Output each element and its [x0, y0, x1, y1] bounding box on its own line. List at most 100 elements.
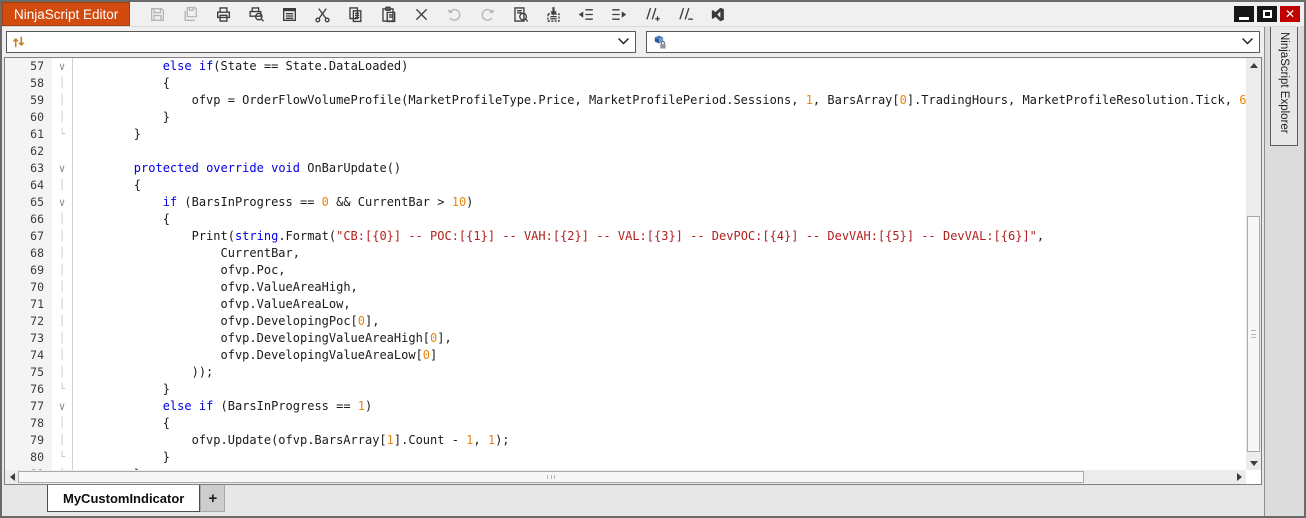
save-all-icon — [184, 6, 197, 21]
line-number: 71 — [5, 296, 52, 313]
comment-button[interactable] — [642, 4, 662, 24]
indent-button[interactable] — [609, 4, 629, 24]
window-title: NinjaScript Editor — [2, 2, 131, 26]
gutter-separator — [72, 58, 73, 470]
line-number: 72 — [5, 313, 52, 330]
scroll-up-button[interactable] — [1246, 58, 1261, 72]
code-editor[interactable]: 57 ∨ else if(State == State.DataLoaded) 58… — [4, 57, 1262, 485]
paste-button[interactable] — [378, 4, 398, 24]
save-button[interactable] — [147, 4, 167, 24]
code-text: ofvp.Update(ofvp.BarsArray[1].Count - 1,… — [191, 433, 510, 447]
fold-guide: │ — [58, 180, 66, 191]
undo-button[interactable] — [444, 4, 464, 24]
line-number: 61 — [5, 126, 52, 143]
vertical-scroll-thumb[interactable] — [1247, 216, 1260, 452]
fold-guide: └ — [58, 384, 66, 395]
line-number: 80 — [5, 449, 52, 466]
fold-guide: │ — [58, 248, 66, 259]
save-icon — [150, 7, 164, 21]
save-all-button[interactable] — [180, 4, 200, 24]
code-text: if (BarsInProgress == 0 && CurrentBar > … — [162, 195, 474, 209]
line-number: 63 — [5, 160, 52, 177]
tab-strip-spacer — [225, 485, 1264, 512]
code-line: 74 │ ofvp.DevelopingValueAreaLow[0] — [5, 347, 1246, 364]
document-properties-button[interactable] — [279, 4, 299, 24]
fold-guide: │ — [58, 231, 66, 242]
horizontal-scrollbar[interactable] — [5, 470, 1246, 484]
line-number: 79 — [5, 432, 52, 449]
find-in-file-button[interactable] — [510, 4, 530, 24]
tab-mycustomindicator[interactable]: MyCustomIndicator — [47, 485, 201, 512]
triangle-up-icon — [1249, 62, 1258, 68]
visual-studio-button[interactable] — [708, 4, 728, 24]
redo-button[interactable] — [477, 4, 497, 24]
member-dropdown[interactable] — [646, 30, 1260, 53]
delete-button[interactable] — [411, 4, 431, 24]
print-button[interactable] — [213, 4, 233, 24]
vertical-scrollbar[interactable] — [1246, 58, 1261, 470]
scroll-right-button[interactable] — [1232, 470, 1246, 484]
line-number: 75 — [5, 364, 52, 381]
paste-icon — [382, 6, 396, 22]
outdent-icon — [579, 8, 594, 20]
ninjascript-explorer-tab[interactable]: NinjaScript Explorer — [1270, 27, 1298, 146]
horizontal-scroll-thumb[interactable] — [18, 471, 1084, 483]
uncomment-button[interactable] — [675, 4, 695, 24]
cut-button[interactable] — [312, 4, 332, 24]
type-dropdown[interactable] — [6, 30, 636, 53]
explorer-strip: NinjaScript Explorer — [1264, 27, 1304, 516]
code-text: { — [162, 212, 170, 226]
triangle-left-icon — [9, 473, 15, 481]
code-line: 78 │ { — [5, 415, 1246, 432]
fold-guide: │ — [58, 282, 66, 293]
line-number: 66 — [5, 211, 52, 228]
uncomment-icon — [679, 7, 694, 20]
code-text: } — [133, 127, 142, 141]
compile-button[interactable] — [543, 4, 563, 24]
code-text: ofvp.ValueAreaLow, — [220, 297, 351, 311]
code-text: ofvp = OrderFlowVolumeProfile(MarketProf… — [191, 93, 1246, 107]
code-text: CurrentBar, — [220, 246, 300, 260]
fold-guide: └ — [58, 452, 66, 463]
scroll-left-button[interactable] — [5, 470, 19, 484]
fold-collapse-icon[interactable]: ∨ — [52, 194, 72, 211]
fold-guide: │ — [58, 112, 66, 123]
minimize-button[interactable] — [1234, 6, 1254, 22]
code-line: 80 └ } — [5, 449, 1246, 466]
fold-collapse-icon[interactable]: ∨ — [52, 58, 72, 75]
fold-collapse-icon[interactable]: ∨ — [52, 398, 72, 415]
line-number: 68 — [5, 245, 52, 262]
copy-button[interactable] — [345, 4, 365, 24]
add-tab-button[interactable]: + — [200, 485, 226, 512]
print-icon — [216, 6, 230, 22]
scroll-grip — [1251, 330, 1256, 338]
code-lines[interactable]: 57 ∨ else if(State == State.DataLoaded) 58… — [5, 58, 1246, 470]
fold-guide: │ — [58, 299, 66, 310]
line-number: 78 — [5, 415, 52, 432]
code-text: protected override void OnBarUpdate() — [133, 161, 402, 175]
maximize-button[interactable] — [1257, 6, 1277, 22]
code-line: 67 │ Print(string.Format("CB:[{0}] -- POC… — [5, 228, 1246, 245]
print-preview-button[interactable] — [246, 4, 266, 24]
outdent-button[interactable] — [576, 4, 596, 24]
fold-collapse-icon[interactable]: ∨ — [52, 160, 72, 177]
close-button[interactable]: ✕ — [1280, 6, 1300, 22]
scroll-down-button[interactable] — [1246, 456, 1261, 470]
print-preview-icon — [249, 6, 264, 22]
code-text: else if(State == State.DataLoaded) — [162, 59, 409, 73]
fold-guide: │ — [58, 418, 66, 429]
code-line: 63 ∨ protected override void OnBarUpdate(… — [5, 160, 1246, 177]
compile-icon — [547, 6, 560, 22]
code-text: ofvp.DevelopingValueAreaLow[0] — [220, 348, 438, 362]
chevron-down-icon — [618, 38, 629, 45]
maximize-icon — [1262, 10, 1272, 18]
code-line: 64 │ { — [5, 177, 1246, 194]
fold-guide: │ — [58, 350, 66, 361]
line-number: 69 — [5, 262, 52, 279]
line-number: 60 — [5, 109, 52, 126]
chevron-down-icon — [1242, 38, 1253, 45]
title-bar: NinjaScript Editor ✕ — [2, 2, 1304, 27]
editor-column: 57 ∨ else if(State == State.DataLoaded) 58… — [2, 27, 1264, 516]
delete-icon — [415, 8, 427, 20]
line-number: 57 — [5, 58, 52, 75]
